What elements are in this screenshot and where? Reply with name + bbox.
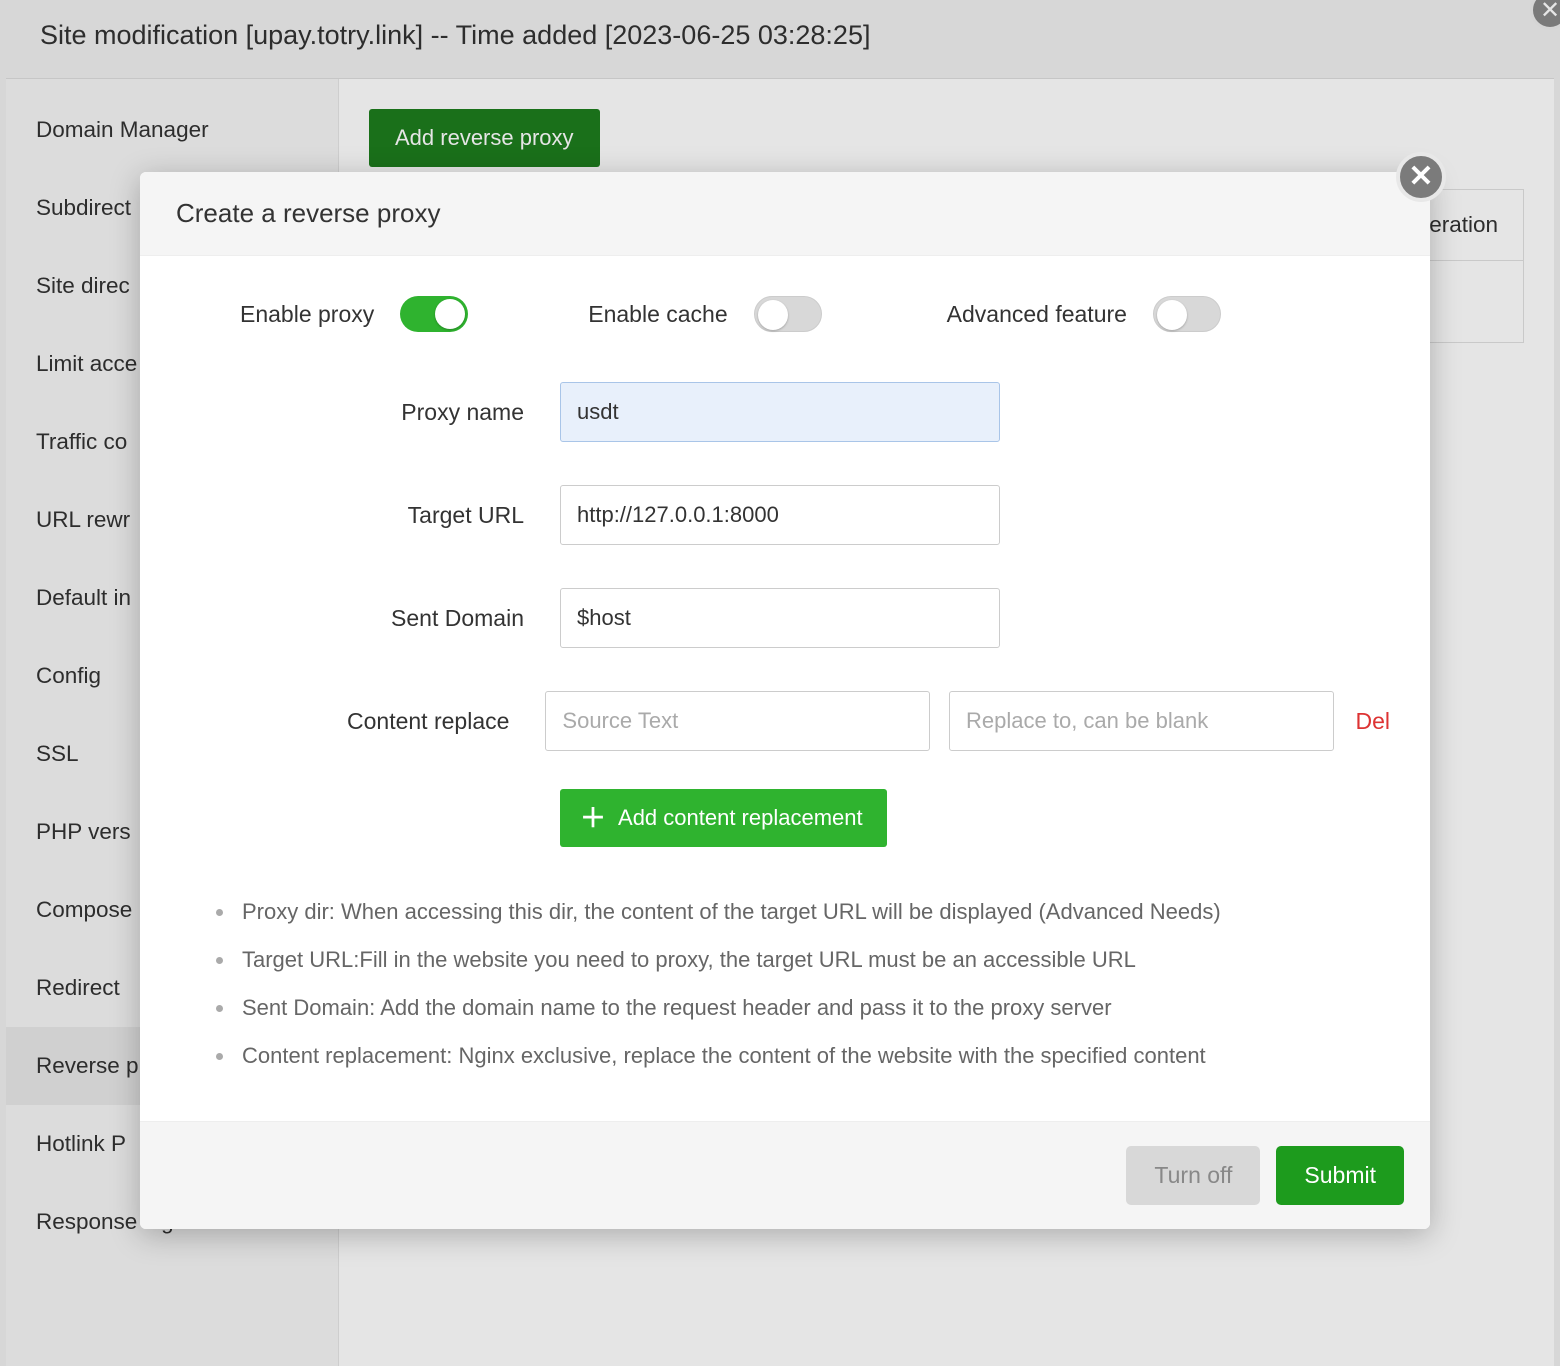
- proxy-name-label: Proxy name: [180, 399, 560, 426]
- target-url-label: Target URL: [180, 502, 560, 529]
- help-item: Content replacement: Nginx exclusive, re…: [236, 1043, 1390, 1069]
- modal-footer: Turn off Submit: [140, 1121, 1430, 1229]
- enable-cache-label: Enable cache: [588, 301, 727, 328]
- close-icon[interactable]: ✕: [1396, 152, 1446, 202]
- advanced-feature-label: Advanced feature: [947, 301, 1127, 328]
- add-content-replacement-button[interactable]: ＋ Add content replacement: [560, 789, 887, 847]
- turn-off-button[interactable]: Turn off: [1126, 1146, 1260, 1205]
- modal-title: Create a reverse proxy: [140, 172, 1430, 256]
- replace-to-input[interactable]: [949, 691, 1333, 751]
- help-item: Sent Domain: Add the domain name to the …: [236, 995, 1390, 1021]
- enable-proxy-label: Enable proxy: [240, 301, 374, 328]
- advanced-feature-toggle[interactable]: [1153, 296, 1221, 332]
- submit-button[interactable]: Submit: [1276, 1146, 1404, 1205]
- delete-replacement-link[interactable]: Del: [1356, 708, 1391, 735]
- plus-icon: ＋: [580, 805, 606, 831]
- source-text-input[interactable]: [545, 691, 929, 751]
- help-text: Proxy dir: When accessing this dir, the …: [180, 899, 1390, 1069]
- help-item: Target URL:Fill in the website you need …: [236, 947, 1390, 973]
- create-reverse-proxy-modal: ✕ Create a reverse proxy Enable proxy En…: [140, 172, 1430, 1229]
- enable-proxy-toggle[interactable]: [400, 296, 468, 332]
- target-url-input[interactable]: [560, 485, 1000, 545]
- content-replace-label: Content replace: [180, 708, 545, 735]
- enable-cache-toggle[interactable]: [754, 296, 822, 332]
- sent-domain-input[interactable]: [560, 588, 1000, 648]
- sent-domain-label: Sent Domain: [180, 605, 560, 632]
- help-item: Proxy dir: When accessing this dir, the …: [236, 899, 1390, 925]
- add-cr-label: Add content replacement: [618, 805, 863, 831]
- proxy-name-input[interactable]: [560, 382, 1000, 442]
